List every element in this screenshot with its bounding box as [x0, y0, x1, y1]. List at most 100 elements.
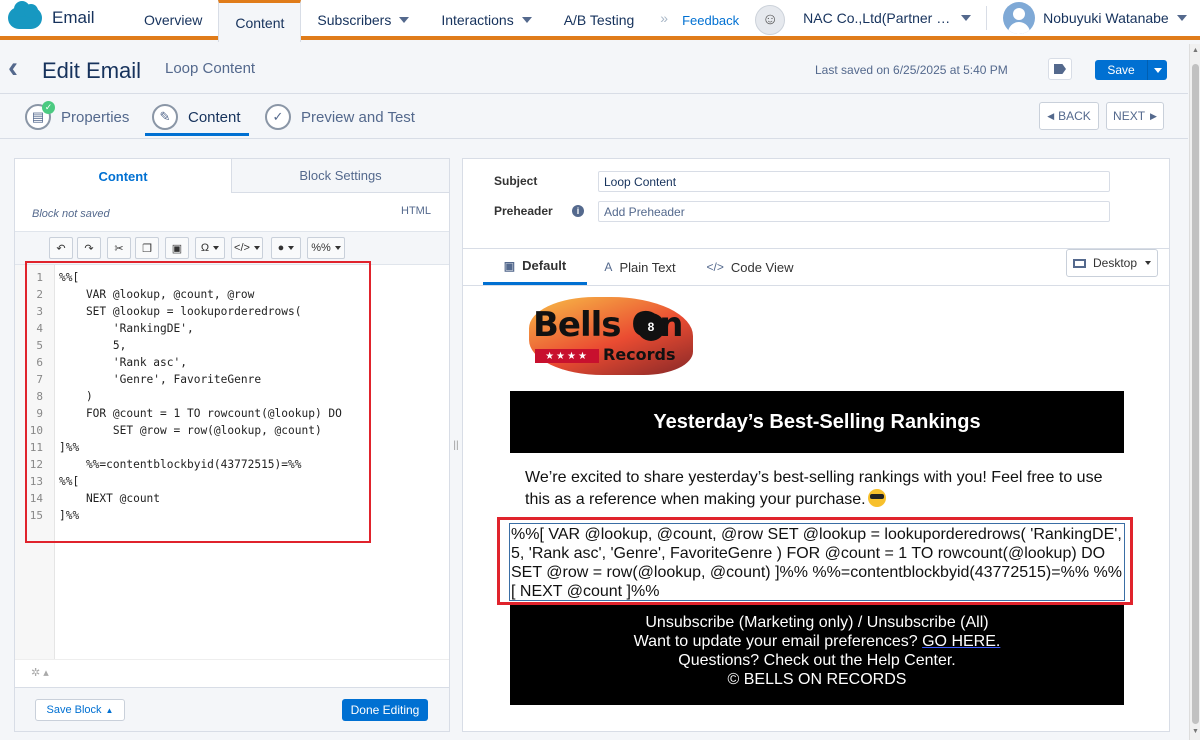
next-button[interactable]: NEXT ▶: [1106, 102, 1164, 130]
html-code-editor[interactable]: 1 %%[2 VAR @lookup, @count, @row 3 SET @lo…: [15, 265, 449, 659]
tab-content-label: Content: [235, 14, 285, 31]
save-dropdown-button[interactable]: [1147, 60, 1167, 80]
editor-status-bar: ✲ ▴: [15, 659, 449, 685]
step-preview-label: Preview and Test: [301, 108, 415, 126]
step-preview-test[interactable]: ✓ Preview and Test: [265, 103, 415, 131]
tab-code-view-label: Code View: [730, 259, 794, 275]
chevron-down-icon: [1145, 261, 1152, 265]
go-here-link[interactable]: GO HERE.: [922, 633, 1000, 650]
preferences-text: Want to update your email preferences?: [633, 633, 923, 650]
editor-toolbar: ↶ ↷ ✂ ❐ ▣ Ω </> ● %%: [15, 231, 449, 265]
code-text: 5,: [59, 339, 127, 352]
code-text: 'Rank asc',: [59, 356, 187, 369]
undo-icon[interactable]: ↶: [49, 237, 73, 259]
code-icon: </>: [234, 242, 250, 254]
copyright-line: © BELLS ON RECORDS: [727, 671, 907, 688]
info-icon[interactable]: i: [572, 205, 584, 217]
einstein-avatar-icon[interactable]: ☺: [755, 5, 786, 35]
block-editor-panel: Content Block Settings Block not saved H…: [14, 158, 450, 732]
code-text: %%[: [59, 475, 80, 488]
org-name: NAC Co.,Ltd(Partner M...: [803, 10, 954, 26]
editor-footer: Save Block ▲ Done Editing: [15, 687, 449, 731]
app-brand[interactable]: Email: [0, 0, 128, 36]
tab-subscribers-label: Subscribers: [317, 12, 392, 28]
edit-header: ‹ Edit Email Loop Content Last saved on …: [0, 44, 1188, 94]
code-text: VAR @lookup, @count, @row: [59, 288, 255, 301]
monitor-icon: [1072, 258, 1086, 268]
device-select[interactable]: Desktop: [1066, 249, 1158, 277]
rankings-banner: Yesterday’s Best-Selling Rankings: [510, 391, 1124, 453]
tab-content[interactable]: Content: [218, 0, 302, 42]
top-nav: Email Overview Content Subscribers Inter…: [0, 0, 1200, 42]
line-number: 14: [29, 492, 43, 505]
tab-default[interactable]: ▣ Default: [483, 249, 587, 285]
ampscript-button[interactable]: %%: [307, 237, 345, 259]
tab-plain-text[interactable]: A Plain Text: [588, 249, 692, 285]
subject-input[interactable]: Loop Content: [598, 171, 1110, 192]
org-switcher[interactable]: NAC Co.,Ltd(Partner M...: [795, 0, 980, 36]
code-text: 'RankingDE',: [59, 322, 194, 335]
layout-icon: ▣: [503, 258, 516, 273]
tab-ab-testing[interactable]: A/B Testing: [548, 0, 651, 40]
done-editing-button[interactable]: Done Editing: [342, 699, 428, 721]
unsubscribe-links[interactable]: Unsubscribe (Marketing only) / Unsubscri…: [510, 613, 1124, 632]
code-text: ]%%: [59, 441, 80, 454]
chevron-down-icon: [253, 246, 260, 250]
email-preview-panel: Subject Loop Content Preheader i Add Pre…: [462, 158, 1170, 732]
line-number: 3: [36, 305, 43, 318]
personalization-button[interactable]: ●: [271, 237, 301, 259]
line-number: 13: [29, 475, 43, 488]
feedback-label: Feedback: [682, 12, 740, 28]
block-status: Block not saved: [32, 208, 110, 220]
tab-overview-label: Overview: [144, 12, 203, 28]
double-chevron-right-icon[interactable]: »: [660, 0, 668, 36]
panel-resize-handle[interactable]: ||: [451, 158, 461, 732]
tag-button[interactable]: [1048, 58, 1072, 80]
chevron-down-icon: [334, 246, 341, 250]
user-menu[interactable]: Nobuyuki Watanabe: [1003, 0, 1187, 36]
tab-interactions[interactable]: Interactions: [425, 0, 547, 40]
preheader-input[interactable]: Add Preheader: [598, 201, 1110, 222]
rendered-code-block[interactable]: %%[ VAR @lookup, @count, @row SET @looku…: [509, 523, 1125, 601]
editor-tabs: Content Block Settings: [15, 159, 449, 193]
nav-divider: [986, 6, 988, 30]
save-block-button[interactable]: Save Block ▲: [35, 699, 125, 721]
preheader-label: Preheader: [494, 204, 553, 218]
chevron-down-icon: [288, 246, 295, 250]
feedback-link[interactable]: Feedback: [678, 0, 745, 40]
step-content[interactable]: ✎ Content: [152, 103, 241, 131]
step-properties[interactable]: ▤ ✓ Properties: [25, 101, 129, 131]
code-snippet-button[interactable]: </>: [231, 237, 263, 259]
gear-icon[interactable]: ✲ ▴: [31, 666, 49, 679]
paste-icon[interactable]: ▣: [165, 237, 189, 259]
save-button[interactable]: Save: [1095, 60, 1147, 80]
tab-block-settings[interactable]: Block Settings: [232, 159, 449, 193]
back-arrow-icon[interactable]: ‹: [8, 53, 18, 83]
special-char-button[interactable]: Ω: [195, 237, 225, 259]
save-button-group: Save: [1095, 60, 1167, 80]
scroll-down-icon[interactable]: ▼: [1191, 728, 1200, 735]
tab-code-view[interactable]: </> Code View: [695, 249, 805, 285]
next-label: NEXT: [1113, 109, 1146, 123]
tab-interactions-label: Interactions: [441, 12, 514, 28]
code-text: ]%%: [59, 509, 80, 522]
back-button[interactable]: ◀ BACK: [1039, 102, 1099, 130]
copy-icon[interactable]: ❐: [135, 237, 159, 259]
intro-copy: We’re excited to share yesterday’s best-…: [525, 469, 1103, 508]
cut-icon[interactable]: ✂: [107, 237, 131, 259]
redo-icon[interactable]: ↷: [77, 237, 101, 259]
line-number: 12: [29, 458, 43, 471]
tab-subscribers[interactable]: Subscribers: [301, 0, 425, 40]
tab-overview[interactable]: Overview: [128, 0, 218, 40]
chevron-up-icon: ▲: [105, 705, 114, 715]
subject-label: Subject: [494, 174, 538, 188]
scrollbar-thumb[interactable]: [1192, 64, 1199, 724]
step-bar: ▤ ✓ Properties ✎ Content ✓ Preview and Te…: [0, 95, 1188, 139]
page-scrollbar[interactable]: ▲ ▼: [1189, 44, 1200, 740]
chevron-down-icon: [961, 15, 972, 21]
text-icon: A: [604, 260, 613, 274]
scroll-up-icon[interactable]: ▲: [1191, 47, 1200, 54]
view-mode-tabs: ▣ Default A Plain Text </> Code View: [463, 248, 1169, 286]
logo-subtext: Records: [603, 345, 676, 364]
tab-block-content[interactable]: Content: [15, 159, 232, 193]
